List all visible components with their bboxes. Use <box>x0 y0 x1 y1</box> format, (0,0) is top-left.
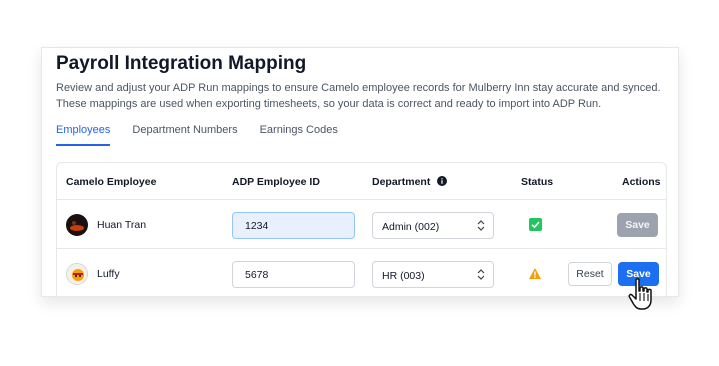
tab-department-numbers[interactable]: Department Numbers <box>132 124 237 146</box>
table-row: Huan Tran Admin (002) Save <box>57 200 666 249</box>
table-row: Luffy HR (003) Reset Save <box>57 249 666 296</box>
avatar <box>66 214 88 236</box>
chevron-updown-icon <box>477 269 485 280</box>
warning-triangle-icon <box>529 268 541 279</box>
table-header: Camelo Employee ADP Employee ID Departme… <box>57 163 666 200</box>
department-select[interactable]: Admin (002) <box>372 212 494 239</box>
hand-pointer-icon <box>628 278 652 310</box>
page-description: Review and adjust your ADP Run mappings … <box>56 82 661 110</box>
header-department-label: Department <box>372 176 431 188</box>
check-square-icon <box>529 218 542 231</box>
department-value: HR (003) <box>382 270 425 282</box>
tab-earnings-codes[interactable]: Earnings Codes <box>260 124 338 146</box>
page-title: Payroll Integration Mapping <box>56 53 307 74</box>
tab-employees[interactable]: Employees <box>56 124 111 146</box>
save-button[interactable]: Save <box>617 213 658 237</box>
info-icon[interactable] <box>437 176 448 186</box>
department-select[interactable]: HR (003) <box>372 261 494 288</box>
chevron-updown-icon <box>477 220 485 231</box>
header-employee: Camelo Employee <box>66 176 157 188</box>
adp-id-field[interactable] <box>232 212 355 239</box>
avatar <box>66 263 88 285</box>
reset-button[interactable]: Reset <box>568 262 612 286</box>
payroll-mapping-card: Payroll Integration Mapping Review and a… <box>41 47 679 297</box>
mapping-table: Camelo Employee ADP Employee ID Departme… <box>56 162 667 296</box>
header-actions: Actions <box>622 176 661 188</box>
adp-id-field[interactable] <box>232 261 355 288</box>
department-value: Admin (002) <box>382 221 440 233</box>
employee-name: Luffy <box>97 268 120 280</box>
header-adp-id: ADP Employee ID <box>232 176 320 188</box>
header-status: Status <box>521 176 554 188</box>
employee-name: Huan Tran <box>97 219 147 231</box>
tab-bar: Employees Department Numbers Earnings Co… <box>56 124 338 146</box>
header-department: Department <box>372 176 448 188</box>
